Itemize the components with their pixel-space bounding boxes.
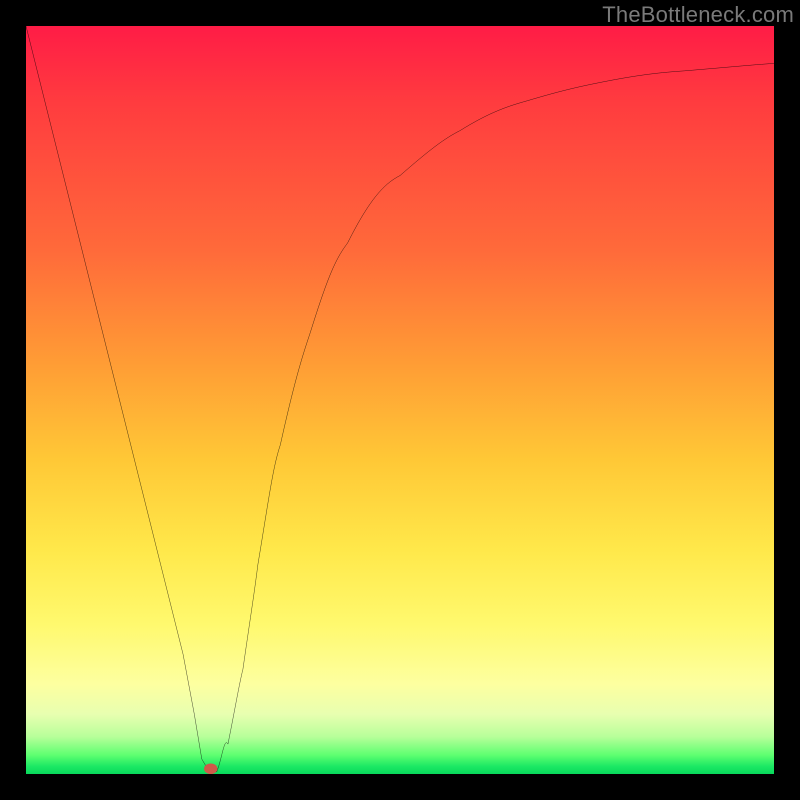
bottleneck-marker [204,764,217,774]
watermark-text: TheBottleneck.com [602,2,794,28]
chart-frame: TheBottleneck.com [0,0,800,800]
bottleneck-curve-path [26,26,774,772]
plot-area [26,26,774,774]
curve-svg [26,26,774,774]
